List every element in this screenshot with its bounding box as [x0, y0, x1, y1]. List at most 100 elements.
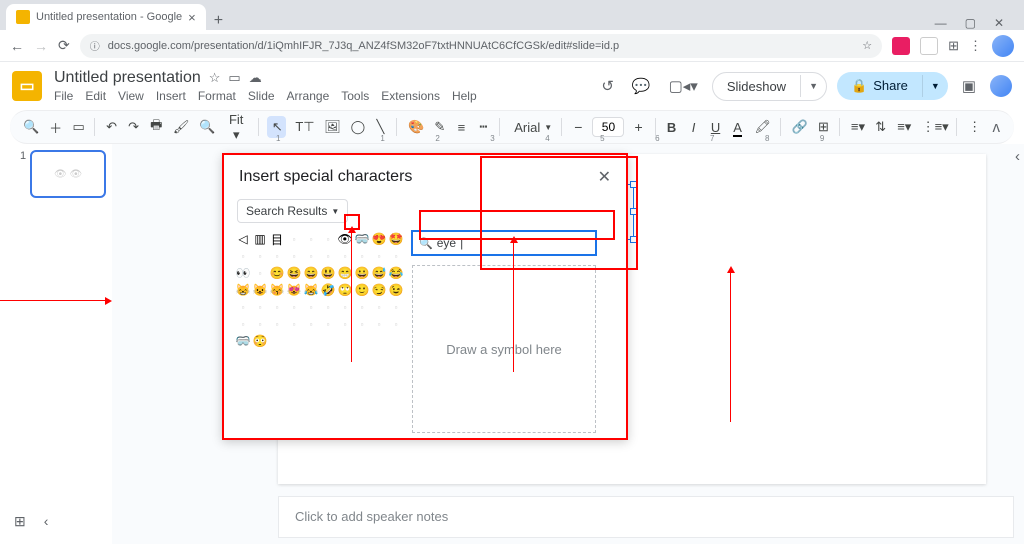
browser-profile-avatar[interactable]: [992, 35, 1014, 57]
char-cell[interactable]: ▫: [269, 248, 285, 264]
resize-handle-ne[interactable]: [630, 181, 637, 188]
paint-format-button[interactable]: 🖌: [170, 116, 190, 138]
address-bar[interactable]: ⓘ docs.google.com/presentation/d/1iQmhIF…: [80, 34, 882, 58]
close-window-icon[interactable]: ✕: [994, 16, 1004, 30]
char-cell[interactable]: [303, 333, 319, 349]
char-cell[interactable]: ▫: [371, 248, 387, 264]
char-cell[interactable]: ▫: [286, 299, 302, 315]
char-cell[interactable]: [337, 333, 353, 349]
document-title[interactable]: Untitled presentation: [54, 69, 201, 87]
slideshow-button[interactable]: Slideshow ▼: [712, 72, 827, 101]
char-cell[interactable]: ▫: [337, 248, 353, 264]
star-doc-icon[interactable]: ☆: [209, 70, 221, 86]
cloud-status-icon[interactable]: ☁: [249, 70, 262, 86]
forward-button[interactable]: →: [34, 38, 48, 54]
char-cell[interactable]: ▫: [337, 299, 353, 315]
char-cell[interactable]: 😄: [303, 265, 319, 281]
meet-icon[interactable]: ▢◂▾: [665, 73, 702, 99]
char-cell[interactable]: ▫: [388, 248, 404, 264]
char-cell[interactable]: [269, 333, 285, 349]
star-icon[interactable]: ☆: [862, 39, 872, 52]
char-cell[interactable]: ▫: [320, 248, 336, 264]
char-cell[interactable]: 😁: [337, 265, 353, 281]
comments-icon[interactable]: 💬: [628, 73, 655, 99]
back-button[interactable]: ←: [10, 38, 24, 54]
fit-dropdown[interactable]: Fit ▾: [222, 109, 250, 146]
char-cell[interactable]: ◁: [235, 231, 251, 247]
char-cell[interactable]: ▫: [303, 248, 319, 264]
char-cell[interactable]: 🤣: [320, 282, 336, 298]
undo-button[interactable]: ↶: [103, 116, 119, 138]
extensions-menu-icon[interactable]: ⊞: [948, 38, 959, 54]
menu-slide[interactable]: Slide: [248, 89, 275, 103]
char-cell[interactable]: 🥽: [354, 231, 370, 247]
slides-logo[interactable]: ▭: [12, 71, 42, 101]
char-cell[interactable]: ▫: [371, 316, 387, 332]
char-cell[interactable]: ▫: [252, 299, 268, 315]
char-cell[interactable]: ▫: [286, 248, 302, 264]
menu-view[interactable]: View: [118, 89, 144, 103]
menu-format[interactable]: Format: [198, 89, 236, 103]
char-cell[interactable]: ▫: [252, 316, 268, 332]
char-cell[interactable]: ▫: [235, 299, 251, 315]
char-cell[interactable]: 👁: [337, 231, 353, 247]
reload-button[interactable]: ⟳: [58, 37, 70, 54]
char-cell[interactable]: ▫: [337, 316, 353, 332]
slideshow-dropdown[interactable]: ▼: [800, 75, 826, 97]
search-menus-icon[interactable]: 🔍: [20, 116, 40, 138]
char-cell[interactable]: ▫: [286, 316, 302, 332]
char-cell[interactable]: 😀: [354, 265, 370, 281]
char-cell[interactable]: [388, 333, 404, 349]
increase-font-button[interactable]: +: [630, 119, 646, 135]
char-cell[interactable]: ▫: [303, 299, 319, 315]
more-tools-button[interactable]: ⋮: [965, 116, 982, 138]
extension-icon-1[interactable]: [892, 37, 910, 55]
layout-button[interactable]: ▭: [70, 116, 87, 138]
char-cell[interactable]: 😏: [371, 282, 387, 298]
draw-symbol-area[interactable]: Draw a symbol here: [412, 265, 596, 433]
slide-thumbnail[interactable]: 1 👁 👁: [20, 150, 106, 198]
hide-menus-icon[interactable]: ʌ: [989, 115, 1005, 140]
char-cell[interactable]: 😍: [371, 231, 387, 247]
bulleted-list-button[interactable]: ⋮≡▾: [919, 116, 949, 138]
side-panel-toggle-icon[interactable]: ‹: [1015, 148, 1020, 165]
minimize-icon[interactable]: —: [935, 16, 947, 30]
maximize-icon[interactable]: ▢: [965, 16, 976, 30]
char-cell[interactable]: ▫: [388, 299, 404, 315]
resize-handle-e[interactable]: [630, 208, 637, 215]
char-cell[interactable]: 🤩: [388, 231, 404, 247]
decrease-font-button[interactable]: −: [570, 119, 586, 135]
char-cell[interactable]: ▫: [303, 231, 319, 247]
extension-icon-2[interactable]: [920, 37, 938, 55]
dialog-close-icon[interactable]: ✕: [598, 167, 611, 187]
close-tab-icon[interactable]: ×: [188, 10, 196, 25]
new-tab-button[interactable]: +: [206, 12, 231, 30]
redo-button[interactable]: ↷: [125, 116, 141, 138]
char-cell[interactable]: 😹: [303, 282, 319, 298]
char-cell[interactable]: 😉: [388, 282, 404, 298]
char-cell[interactable]: [320, 333, 336, 349]
char-cell[interactable]: 😳: [252, 333, 268, 349]
char-cell[interactable]: 😃: [320, 265, 336, 281]
char-cell[interactable]: ▫: [286, 231, 302, 247]
char-cell[interactable]: ▫: [354, 299, 370, 315]
char-cell[interactable]: 😆: [286, 265, 302, 281]
char-cell[interactable]: 😂: [388, 265, 404, 281]
char-cell[interactable]: ▫: [320, 231, 336, 247]
print-button[interactable]: 🖶: [147, 113, 164, 141]
new-slide-button[interactable]: ＋: [46, 115, 63, 140]
history-icon[interactable]: ↺: [597, 73, 618, 99]
menu-arrange[interactable]: Arrange: [287, 89, 330, 103]
char-cell[interactable]: ▫: [388, 316, 404, 332]
char-cell[interactable]: ▫: [303, 316, 319, 332]
char-cell[interactable]: 👀: [235, 265, 251, 281]
slide-canvas[interactable]: Insert special characters ✕ Search Resul…: [278, 154, 986, 484]
char-cell[interactable]: 🙄: [337, 282, 353, 298]
speaker-notes[interactable]: Click to add speaker notes: [278, 496, 1014, 538]
filter-dropdown[interactable]: Search Results▼: [237, 199, 348, 223]
zoom-button[interactable]: 🔍: [196, 116, 216, 138]
menu-extensions[interactable]: Extensions: [381, 89, 440, 103]
char-cell[interactable]: ▫: [320, 316, 336, 332]
menu-insert[interactable]: Insert: [156, 89, 186, 103]
char-cell[interactable]: ▫: [252, 265, 268, 281]
